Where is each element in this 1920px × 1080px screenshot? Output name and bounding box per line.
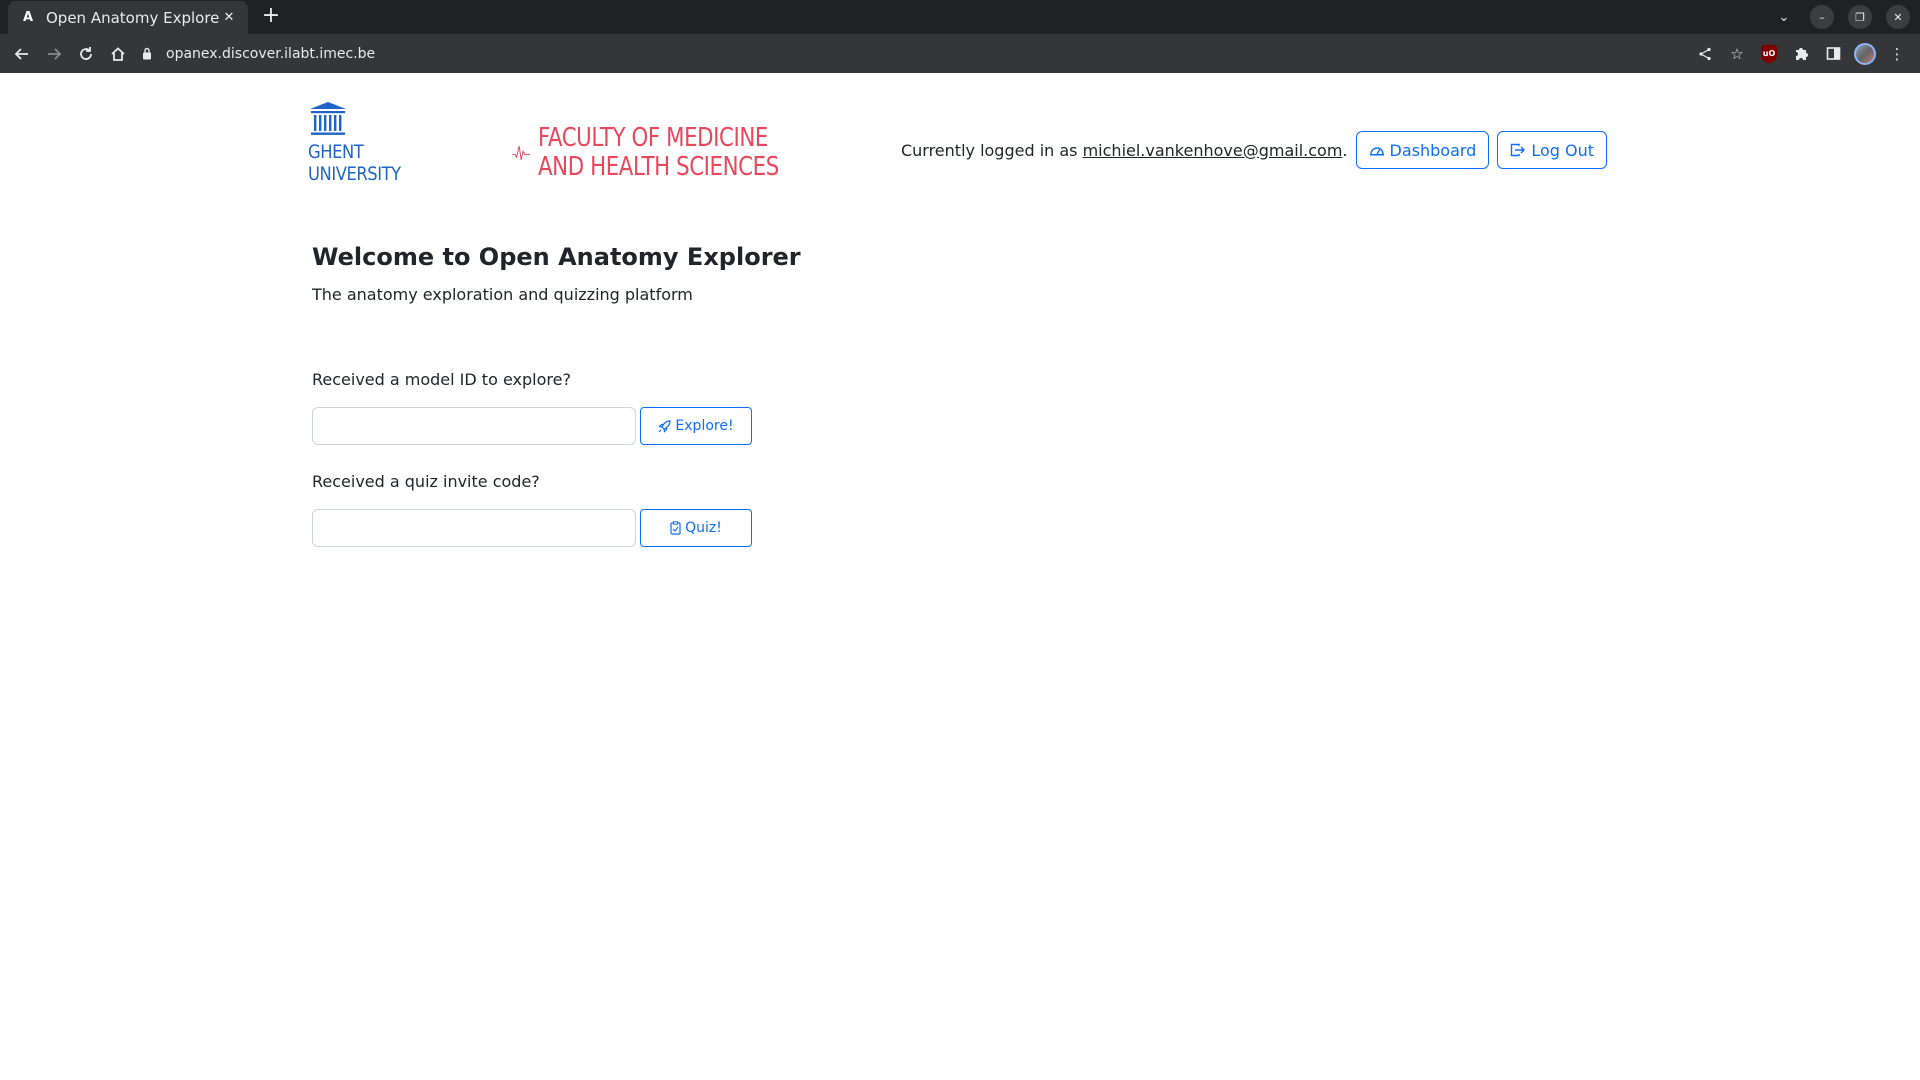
box-arrow-right-icon <box>1510 143 1526 157</box>
explore-button-label: Explore! <box>675 418 734 434</box>
welcome-section: Welcome to Open Anatomy Explorer The ana… <box>312 243 801 304</box>
restore-button[interactable]: ❐ <box>1848 5 1872 29</box>
heartbeat-icon <box>512 146 530 160</box>
speedometer-icon <box>1369 143 1385 157</box>
back-icon[interactable] <box>6 38 38 70</box>
quiz-code-label: Received a quiz invite code? <box>312 472 540 491</box>
model-id-label: Received a model ID to explore? <box>312 370 571 389</box>
faculty-logo[interactable]: FACULTY OF MEDICINE AND HEALTH SCIENCES <box>512 123 832 183</box>
faculty-logo-line1: FACULTY OF MEDICINE <box>538 123 769 153</box>
quiz-button-label: Quiz! <box>685 520 722 536</box>
url-text: opanex.discover.ilabt.imec.be <box>166 45 376 62</box>
minimize-button[interactable]: – <box>1810 5 1834 29</box>
dashboard-button-label: Dashboard <box>1389 140 1477 160</box>
ugent-logo-text: GHENT UNIVERSITY <box>308 141 403 185</box>
home-icon[interactable] <box>102 38 134 70</box>
university-building-icon <box>310 102 346 135</box>
ugent-logo-line2: UNIVERSITY <box>308 163 401 185</box>
reload-icon[interactable] <box>70 38 102 70</box>
user-area: Currently logged in as michiel.vankenhov… <box>901 131 1607 169</box>
browser-toolbar: opanex.discover.ilabt.imec.be ☆ uO ⋮ <box>0 34 1920 73</box>
log-out-button[interactable]: Log Out <box>1497 131 1607 169</box>
quiz-button[interactable]: Quiz! <box>640 509 752 547</box>
clipboard-check-icon <box>670 521 681 535</box>
ugent-logo-line1: GHENT <box>308 141 364 163</box>
faculty-logo-text: FACULTY OF MEDICINE AND HEALTH SCIENCES <box>538 124 779 182</box>
model-id-input[interactable] <box>312 407 636 445</box>
faculty-logo-line2: AND HEALTH SCIENCES <box>538 152 780 182</box>
star-icon[interactable]: ☆ <box>1726 43 1748 65</box>
window-controls: ⌄ – ❐ ✕ <box>1772 5 1910 29</box>
profile-avatar[interactable] <box>1854 42 1876 65</box>
rocket-icon <box>658 419 672 433</box>
toolbar-actions: ☆ uO ⋮ <box>1694 34 1908 73</box>
page-content: GHENT UNIVERSITY FACULTY OF MEDICINE AND… <box>0 73 1920 1080</box>
page-subtitle: The anatomy exploration and quizzing pla… <box>312 285 693 304</box>
share-icon[interactable] <box>1694 43 1716 65</box>
page-title: Welcome to Open Anatomy Explorer <box>312 243 801 271</box>
browser-tab[interactable]: A Open Anatomy Explorer ✕ <box>8 1 248 34</box>
tab-title: Open Anatomy Explorer <box>46 8 220 27</box>
user-email-link[interactable]: michiel.vankenhove@gmail.com <box>1083 141 1343 160</box>
logged-in-status: Currently logged in as michiel.vankenhov… <box>901 141 1348 160</box>
site-favicon-icon: A <box>22 10 34 25</box>
logged-in-prefix: Currently logged in as <box>900 140 1083 160</box>
log-out-button-label: Log Out <box>1531 140 1594 160</box>
kebab-menu-icon[interactable]: ⋮ <box>1886 43 1908 65</box>
dashboard-button[interactable]: Dashboard <box>1355 131 1490 169</box>
quiz-code-input[interactable] <box>312 509 636 547</box>
tab-search-icon[interactable]: ⌄ <box>1772 10 1796 25</box>
close-window-button[interactable]: ✕ <box>1886 5 1910 29</box>
logged-in-suffix: . <box>1342 140 1348 160</box>
forward-icon[interactable] <box>38 38 70 70</box>
ghent-university-logo[interactable]: GHENT UNIVERSITY <box>308 101 418 191</box>
lock-icon[interactable] <box>140 47 154 61</box>
address-bar[interactable]: opanex.discover.ilabt.imec.be <box>140 38 1660 69</box>
new-tab-button[interactable]: + <box>258 4 284 30</box>
ublock-icon[interactable]: uO <box>1758 43 1780 65</box>
tab-close-icon[interactable]: ✕ <box>220 10 238 25</box>
side-panel-icon[interactable] <box>1822 43 1844 65</box>
puzzle-icon[interactable] <box>1790 43 1812 65</box>
explore-button[interactable]: Explore! <box>640 407 752 445</box>
browser-tab-strip: A Open Anatomy Explorer ✕ + ⌄ – ❐ ✕ <box>0 0 1920 34</box>
